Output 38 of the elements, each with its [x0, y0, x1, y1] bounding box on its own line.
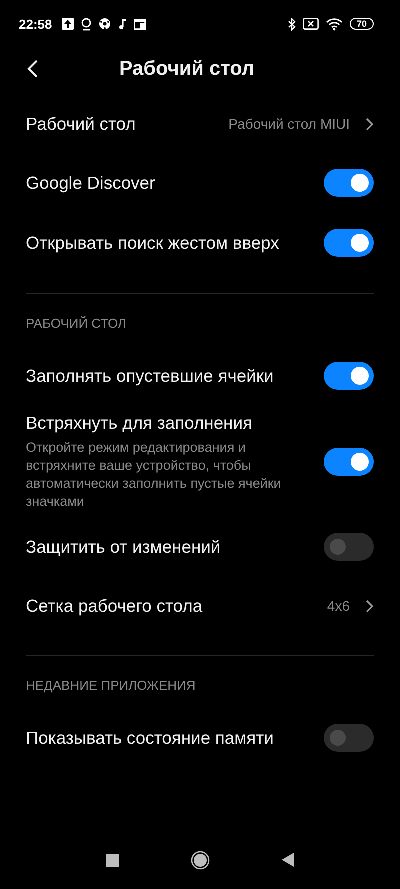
- settings-row[interactable]: Рабочий стол Рабочий стол MIUI: [26, 95, 374, 153]
- toggle-switch[interactable]: [324, 724, 374, 752]
- home-icon[interactable]: [191, 850, 210, 870]
- settings-row[interactable]: Сетка рабочего стола 4x6: [26, 577, 374, 635]
- setting-value: Рабочий стол MIUI: [228, 116, 350, 132]
- toggle-switch[interactable]: [324, 533, 374, 561]
- status-time: 22:58: [19, 16, 52, 32]
- page-title: Рабочий стол: [118, 58, 256, 80]
- setting-label: Сетка рабочего стола: [26, 594, 204, 618]
- bluetooth-icon: [288, 18, 296, 30]
- setting-description: Откройте режим редактирования и встряхните ваше устройство, чтобы автоматически заполнить пустые ячейки значками: [26, 439, 282, 511]
- upload-icon: [62, 18, 74, 30]
- setting-label: Рабочий стол: [26, 112, 137, 136]
- setting-label: Google Discover: [26, 172, 156, 194]
- setting-label: Открывать поиск жестом вверх: [26, 232, 280, 254]
- chevron-right-icon: [366, 600, 374, 612]
- section-header: НЕДАВНИЕ ПРИЛОЖЕНИЯ: [26, 677, 197, 695]
- back-triangle-icon[interactable]: [282, 853, 294, 867]
- toggle-switch[interactable]: [324, 362, 374, 390]
- setting-label: Встряхнуть для заполнения: [26, 412, 254, 435]
- setting-label: Защитить от изменений: [26, 536, 222, 558]
- toggle-switch[interactable]: [324, 229, 374, 257]
- setting-label: Заполнять опустевшие ячейки: [26, 364, 275, 388]
- recents-icon[interactable]: [106, 854, 119, 866]
- wifi-icon: [326, 18, 343, 30]
- toggle-switch[interactable]: [324, 448, 374, 476]
- no-sim-icon: [302, 18, 319, 30]
- back-icon[interactable]: [26, 59, 40, 79]
- battery-indicator: 70: [350, 18, 374, 30]
- music-note-icon: [118, 18, 128, 30]
- section-header: РАБОЧИЙ СТОЛ: [26, 315, 128, 333]
- setting-label: Показывать состояние памяти: [26, 726, 275, 750]
- setting-value: 4x6: [327, 598, 350, 614]
- window-icon: [134, 18, 146, 30]
- toggle-switch[interactable]: [324, 169, 374, 197]
- location-pin-icon: [81, 18, 92, 30]
- ball-icon: [99, 18, 112, 30]
- chevron-right-icon: [366, 118, 374, 130]
